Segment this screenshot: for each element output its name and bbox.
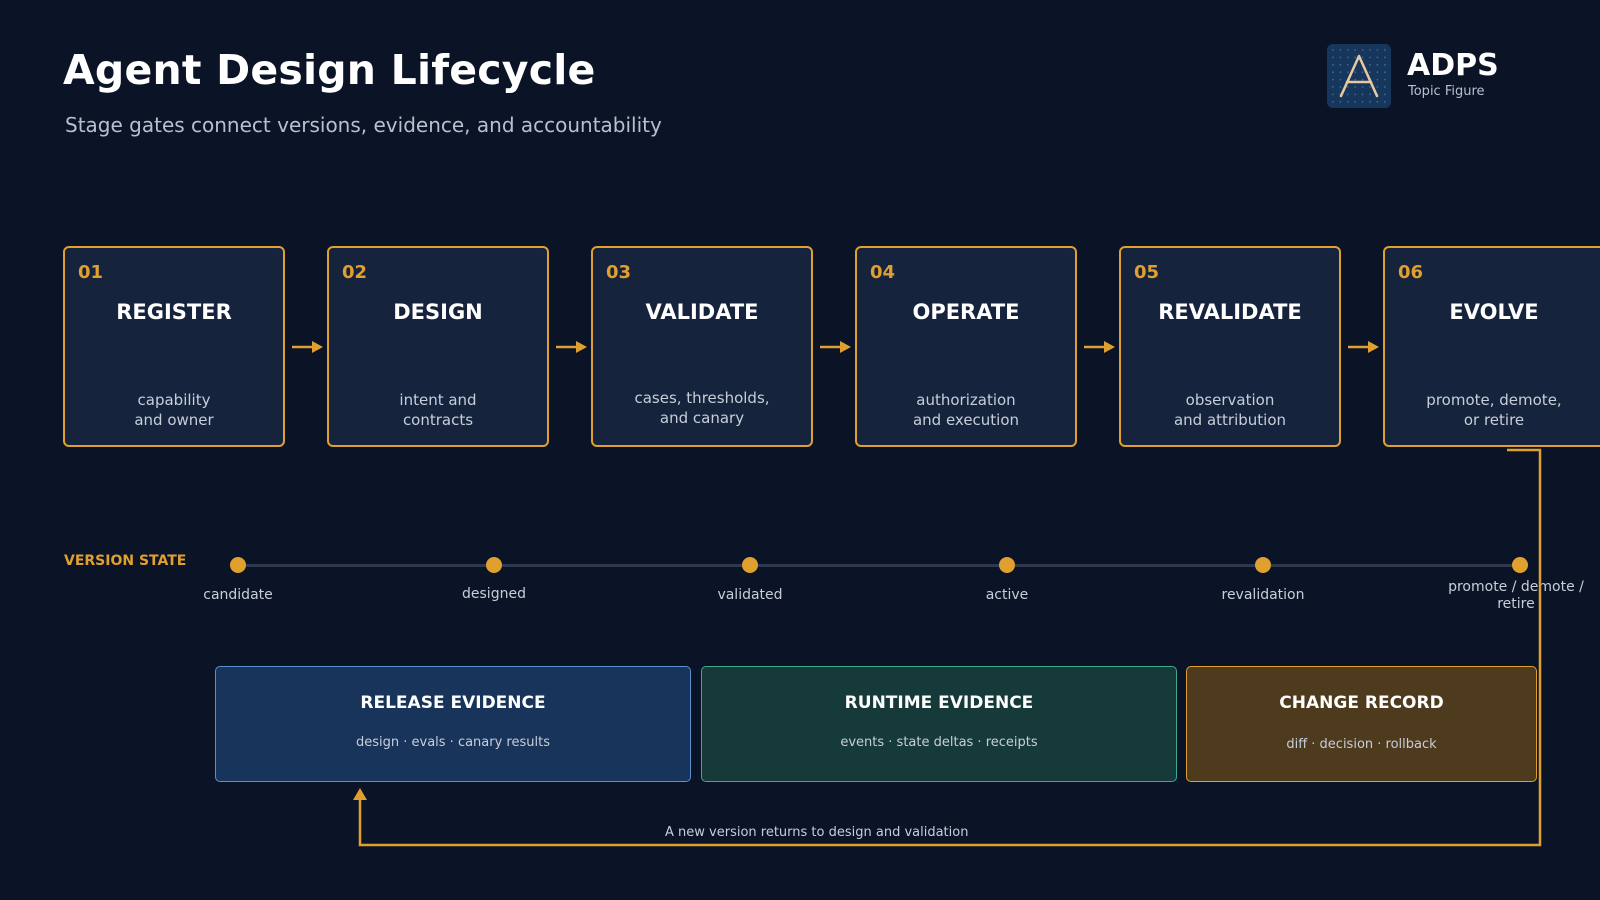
arrow-up-icon	[353, 788, 367, 800]
feedback-loop-connector	[353, 448, 1542, 847]
feedback-loop-label: A new version returns to design and vali…	[665, 825, 969, 840]
